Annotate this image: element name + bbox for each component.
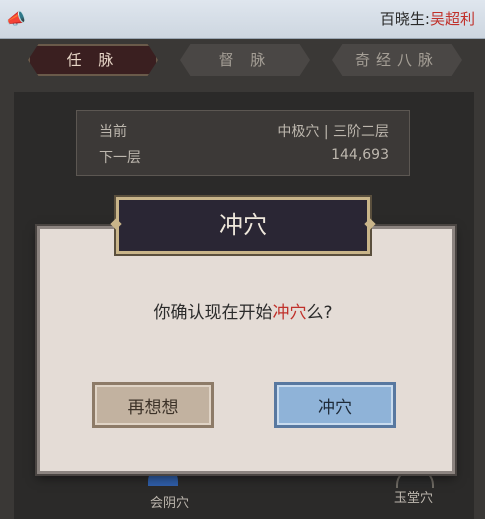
cancel-button[interactable]: 再想想 (92, 382, 214, 428)
meridian-tabs: 任 脉 督 脉 奇经八脉 (24, 44, 464, 78)
tab-qi-jing-ba-mai[interactable]: 奇经八脉 (332, 44, 462, 76)
megaphone-icon: 📣 (6, 9, 26, 28)
acupoint-label-huiyin: 会阴穴 (150, 496, 190, 511)
confirm-dialog (37, 226, 455, 474)
message-pre: 你确认现在开始 (153, 303, 273, 323)
announcement-prefix: 百晓生: (379, 10, 430, 28)
dialog-message: 你确认现在开始冲穴么? (37, 298, 449, 323)
confirm-button[interactable]: 冲穴 (274, 382, 396, 428)
message-highlight: 冲穴 (272, 303, 307, 323)
message-post: 么? (306, 303, 333, 323)
next-value: 144,693 (331, 147, 389, 163)
current-value: 中极穴 | 三阶二层 (277, 124, 389, 140)
next-row: 下一层 144,693 (99, 147, 389, 167)
progress-info: 当前 中极穴 | 三阶二层 下一层 144,693 (76, 110, 410, 176)
current-row: 当前 中极穴 | 三阶二层 (99, 121, 389, 141)
tab-ren-mai[interactable]: 任 脉 (28, 44, 158, 76)
announcement-bar: 📣 百晓生:吴超利 (0, 0, 485, 39)
next-label: 下一层 (99, 150, 141, 166)
dialog-title: 冲穴 (116, 197, 370, 254)
announcement-text: 百晓生:吴超利 (380, 8, 475, 29)
acupoint-label-yutang: 玉堂穴 (394, 491, 434, 506)
tab-du-mai[interactable]: 督 脉 (180, 44, 310, 76)
current-label: 当前 (99, 124, 127, 140)
announcement-highlight: 吴超利 (429, 10, 475, 28)
